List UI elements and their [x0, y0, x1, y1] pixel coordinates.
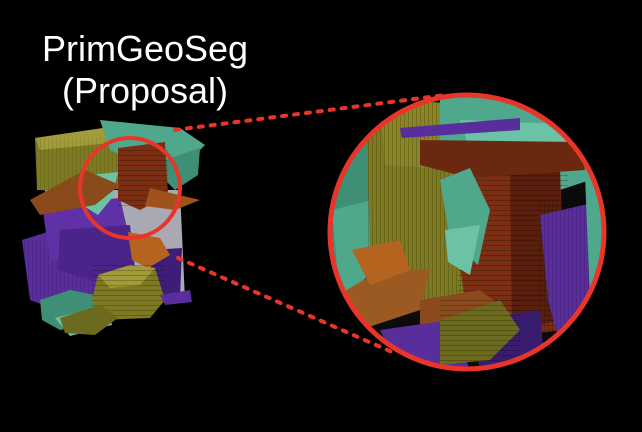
segmentation-scene: [22, 92, 607, 372]
segmentation-volume: [22, 120, 205, 336]
